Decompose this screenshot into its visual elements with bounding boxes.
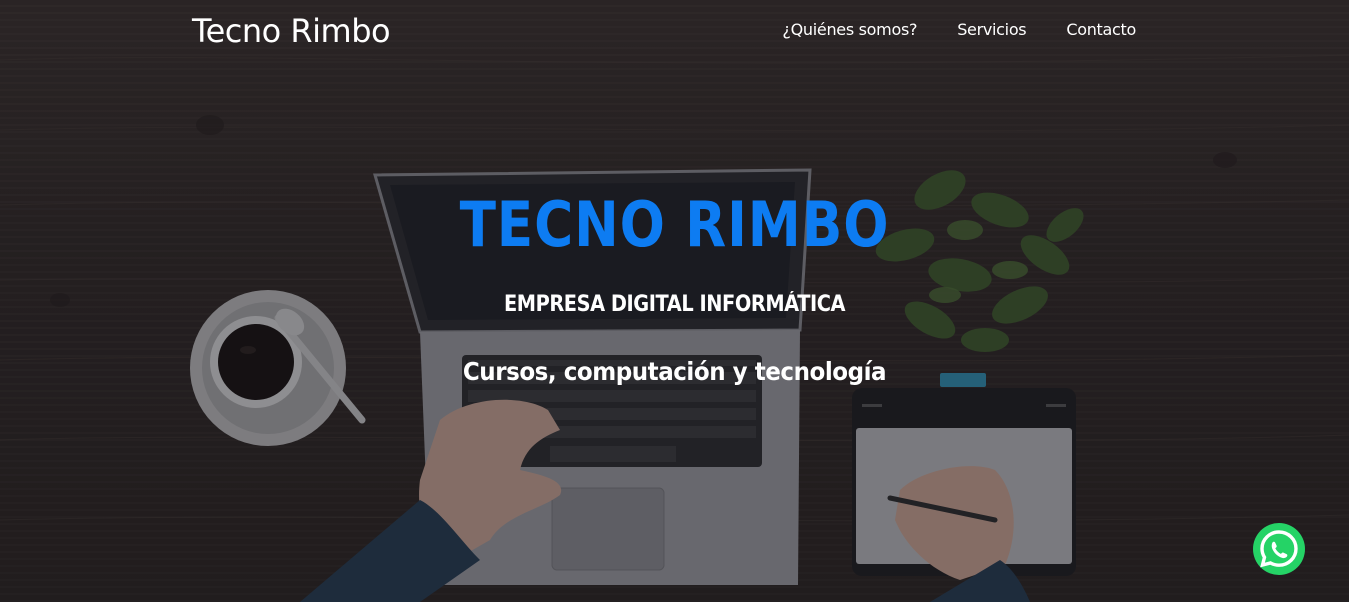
whatsapp-icon <box>1253 523 1305 575</box>
brand-logo-link[interactable]: Tecno Rimbo <box>192 12 391 50</box>
navbar: Tecno Rimbo ¿Quiénes somos? Servicios Co… <box>0 0 1349 64</box>
nav-link-quienes-somos[interactable]: ¿Quiénes somos? <box>782 20 917 39</box>
whatsapp-button[interactable] <box>1252 522 1306 576</box>
hero-title: TECNO RIMBO <box>459 188 890 261</box>
nav-links: ¿Quiénes somos? Servicios Contacto <box>782 20 1136 39</box>
nav-link-servicios[interactable]: Servicios <box>957 20 1026 39</box>
hero-section: Tecno Rimbo ¿Quiénes somos? Servicios Co… <box>0 0 1349 602</box>
hero-subtitle: EMPRESA DIGITAL INFORMÁTICA <box>503 292 846 317</box>
hero-tagline: Cursos, computación y tecnología <box>462 357 887 386</box>
nav-link-contacto[interactable]: Contacto <box>1066 20 1136 39</box>
